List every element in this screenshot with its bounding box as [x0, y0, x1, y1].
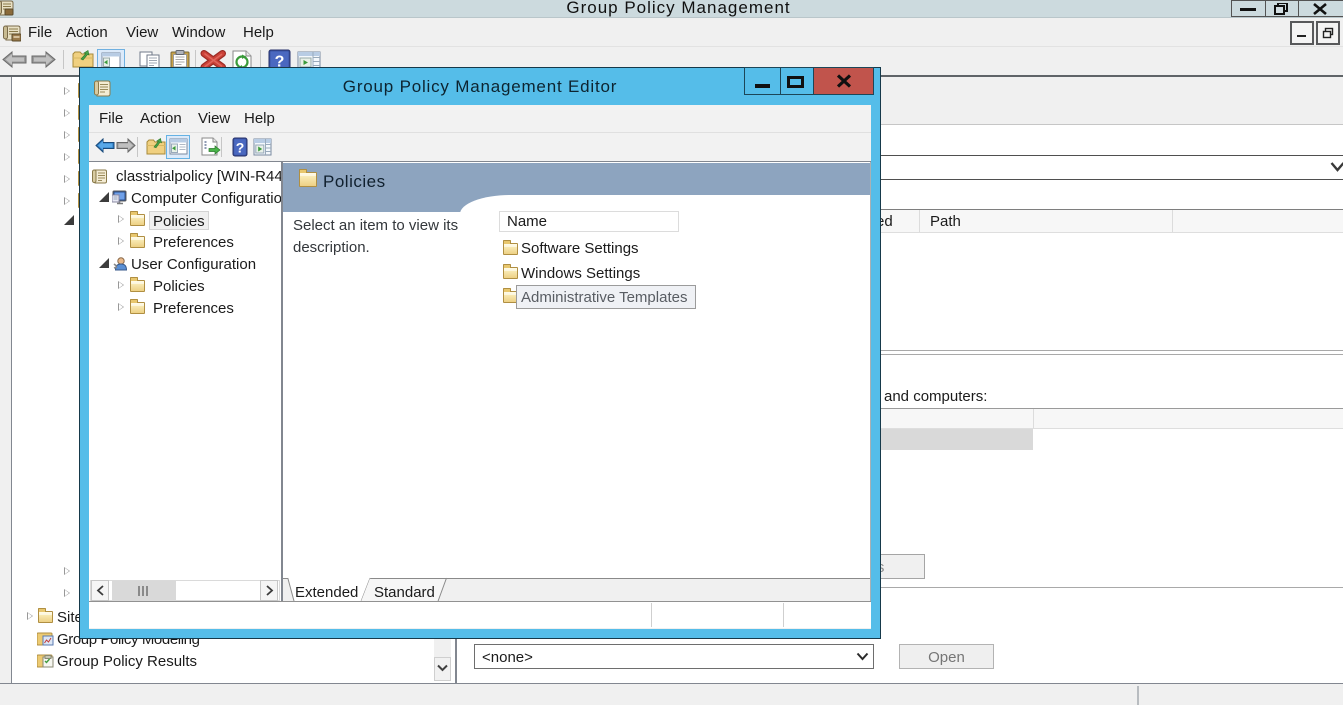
svg-text:?: ?	[236, 140, 245, 156]
